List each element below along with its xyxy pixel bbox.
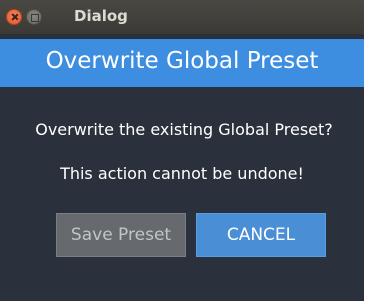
- window-title: Dialog: [74, 7, 128, 25]
- dialog-window: Dialog Overwrite Global Preset Overwrite…: [0, 0, 364, 301]
- title-bar[interactable]: Dialog: [0, 0, 364, 34]
- dialog-header-title: Overwrite Global Preset: [45, 48, 319, 74]
- warning-message: This action cannot be undone!: [60, 164, 304, 183]
- save-preset-button[interactable]: Save Preset: [56, 213, 186, 257]
- window-edge: [364, 34, 368, 301]
- close-icon[interactable]: [6, 9, 22, 25]
- cancel-button[interactable]: CANCEL: [196, 213, 326, 257]
- minimize-icon[interactable]: [26, 9, 42, 25]
- confirmation-message: Overwrite the existing Global Preset?: [35, 120, 333, 139]
